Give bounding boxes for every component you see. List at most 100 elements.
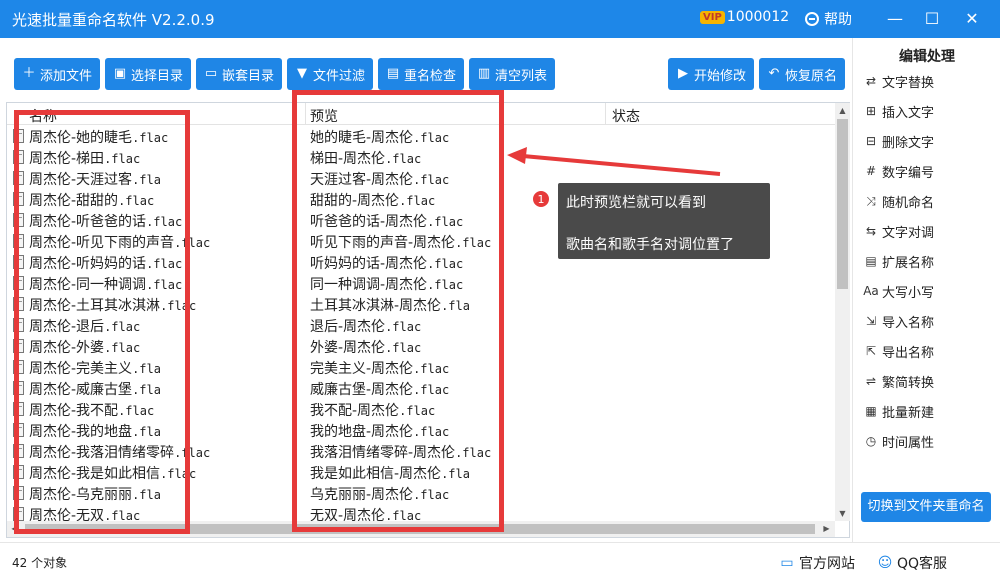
sidebar-item-label: 大写小写 [882, 285, 935, 301]
sidebar-item-icon: ⇌ [865, 374, 877, 388]
original-extension: .flac [104, 320, 141, 334]
preview-name-cell: 听爸爸的话-周杰伦.flac [310, 211, 463, 231]
preview-name: 听见下雨的声音-周杰伦 [310, 235, 456, 251]
scroll-left-icon[interactable]: ◀ [7, 521, 22, 537]
callout-line-1: 此时预览栏就可以看到 [566, 195, 706, 211]
user-id: 1000012 [726, 9, 790, 25]
preview-extension: .flac [385, 320, 422, 334]
sidebar-item[interactable]: ⊟ 删除文字 [863, 128, 934, 154]
column-separator[interactable] [605, 103, 606, 125]
table-row[interactable]: 周杰伦-我是如此相信.flac 我是如此相信-周杰伦.fla [7, 462, 835, 483]
vertical-scrollbar[interactable]: ▲ ▼ [835, 103, 850, 521]
original-name-cell: 周杰伦-同一种调调.flac [29, 274, 182, 294]
qq-support-link[interactable]: ☺ QQ客服 [876, 553, 947, 573]
official-website-label: 官方网站 [799, 556, 855, 572]
start-modify-button[interactable]: ▶ 开始修改 [668, 58, 754, 90]
sidebar-item[interactable]: ⇄ 文字替换 [863, 68, 934, 94]
column-separator[interactable] [305, 103, 306, 125]
file-filter-button[interactable]: ▼ 文件过滤 [287, 58, 373, 90]
table-row[interactable]: 周杰伦-无双.flac 无双-周杰伦.flac [7, 504, 835, 521]
original-name-cell: 周杰伦-土耳其冰淇淋.flac [29, 295, 196, 315]
table-row[interactable]: 周杰伦-完美主义.fla 完美主义-周杰伦.flac [7, 357, 835, 378]
sidebar-item[interactable]: ◷ 时间属性 [863, 428, 934, 454]
table-row[interactable]: 周杰伦-我落泪情绪零碎.flac 我落泪情绪零碎-周杰伦.flac [7, 441, 835, 462]
official-website-link[interactable]: ▭ 官方网站 [778, 553, 855, 573]
toolbar: ＋ 添加文件 ▣ 选择目录 ▭ 嵌套目录 ▼ 文件过滤 ▤ 重名检查 ▥ 清空列… [0, 38, 852, 100]
table-row[interactable]: 周杰伦-我的地盘.fla 我的地盘-周杰伦.flac [7, 420, 835, 441]
preview-extension: .flac [385, 152, 422, 166]
original-extension: .flac [146, 278, 183, 292]
original-name: 周杰伦-梯田 [29, 151, 105, 167]
scroll-up-icon[interactable]: ▲ [835, 103, 850, 118]
audio-file-icon [13, 507, 24, 521]
preview-name: 威廉古堡-周杰伦 [310, 382, 414, 398]
original-name: 周杰伦-威廉古堡 [29, 382, 133, 398]
sidebar-item[interactable]: ▦ 批量新建 [863, 398, 934, 424]
table-row[interactable]: 周杰伦-我不配.flac 我不配-周杰伦.flac [7, 399, 835, 420]
scroll-down-icon[interactable]: ▼ [835, 506, 850, 521]
list-header: 名称 预览 状态 [7, 103, 835, 125]
select-dir-button[interactable]: ▣ 选择目录 [105, 58, 191, 90]
table-row[interactable]: 周杰伦-退后.flac 退后-周杰伦.flac [7, 315, 835, 336]
original-extension: .flac [104, 152, 141, 166]
close-button[interactable]: ✕ [960, 7, 984, 31]
vip-user[interactable]: VIP 1000012 [700, 9, 789, 25]
title-bar: 光速批量重命名软件 V2.2.0.9 VIP 1000012 帮助 — ☐ ✕ [0, 0, 1000, 38]
nested-dir-button[interactable]: ▭ 嵌套目录 [196, 58, 282, 90]
sidebar-item[interactable]: ⇆ 文字对调 [863, 218, 934, 244]
sidebar-item[interactable]: ▤ 扩展名称 [863, 248, 934, 274]
preview-name: 我落泪情绪零碎-周杰伦 [310, 445, 456, 461]
sidebar-item[interactable]: ⇲ 导入名称 [863, 308, 934, 334]
table-row[interactable]: 周杰伦-外婆.flac 外婆-周杰伦.flac [7, 336, 835, 357]
original-extension: .flac [104, 509, 141, 521]
audio-file-icon [13, 255, 24, 269]
preview-name-cell: 土耳其冰淇淋-周杰伦.fla [310, 295, 470, 315]
vertical-scroll-thumb[interactable] [837, 119, 848, 289]
switch-to-folder-rename-button[interactable]: 切换到文件夹重命名 [861, 492, 991, 522]
sidebar-item[interactable]: ⤨ 随机命名 [863, 188, 934, 214]
audio-file-icon [13, 465, 24, 479]
preview-extension: .flac [427, 215, 464, 229]
sidebar-item[interactable]: # 数字编号 [863, 158, 934, 184]
column-status-header[interactable]: 状态 [612, 106, 640, 126]
scroll-right-icon[interactable]: ▶ [819, 521, 834, 537]
sidebar-item-icon: ⇲ [865, 314, 877, 328]
help-button[interactable]: 帮助 [805, 9, 852, 29]
preview-extension: .flac [413, 173, 450, 187]
table-row[interactable]: 周杰伦-土耳其冰淇淋.flac 土耳其冰淇淋-周杰伦.fla [7, 294, 835, 315]
restore-name-button[interactable]: ↶ 恢复原名 [759, 58, 845, 90]
audio-file-icon [13, 150, 24, 164]
add-file-button[interactable]: ＋ 添加文件 [14, 58, 100, 90]
table-row[interactable]: 周杰伦-同一种调调.flac 同一种调调-周杰伦.flac [7, 273, 835, 294]
minimize-button[interactable]: — [883, 7, 907, 31]
folder-icon: ▭ [204, 66, 218, 81]
original-name-cell: 周杰伦-外婆.flac [29, 337, 140, 357]
original-name-cell: 周杰伦-我落泪情绪零碎.flac [29, 442, 210, 462]
sidebar-item-icon: ◷ [865, 434, 877, 448]
column-name-header[interactable]: 名称 [29, 106, 57, 126]
table-row[interactable]: 周杰伦-她的睫毛.flac 她的睫毛-周杰伦.flac [7, 126, 835, 147]
original-name: 周杰伦-听妈妈的话 [29, 256, 147, 272]
table-row[interactable]: 周杰伦-威廉古堡.fla 威廉古堡-周杰伦.flac [7, 378, 835, 399]
sidebar-item[interactable]: Aa 大写小写 [863, 278, 934, 304]
sidebar-item[interactable]: ⊞ 插入文字 [863, 98, 934, 124]
horizontal-scrollbar[interactable]: ◀ ▶ [7, 521, 835, 537]
preview-name: 我不配-周杰伦 [310, 403, 400, 419]
preview-extension: .flac [399, 194, 436, 208]
preview-name-cell: 听妈妈的话-周杰伦.flac [310, 253, 463, 273]
maximize-button[interactable]: ☐ [920, 7, 944, 31]
horizontal-scroll-thumb[interactable] [25, 524, 815, 534]
sidebar-item[interactable]: ⇌ 繁简转换 [863, 368, 934, 394]
sidebar-item[interactable]: ⇱ 导出名称 [863, 338, 934, 364]
name-check-button[interactable]: ▤ 重名检查 [378, 58, 464, 90]
preview-name: 天涯过客-周杰伦 [310, 172, 414, 188]
original-extension: .flac [160, 467, 197, 481]
sidebar-item-label: 扩展名称 [882, 255, 935, 271]
preview-extension: .flac [413, 488, 450, 502]
preview-extension: .flac [427, 257, 464, 271]
table-row[interactable]: 周杰伦-乌克丽丽.fla 乌克丽丽-周杰伦.flac [7, 483, 835, 504]
clear-list-button[interactable]: ▥ 清空列表 [469, 58, 555, 90]
qq-support-label: QQ客服 [897, 556, 948, 572]
sidebar-item-label: 时间属性 [882, 435, 935, 451]
column-preview-header[interactable]: 预览 [310, 106, 338, 126]
